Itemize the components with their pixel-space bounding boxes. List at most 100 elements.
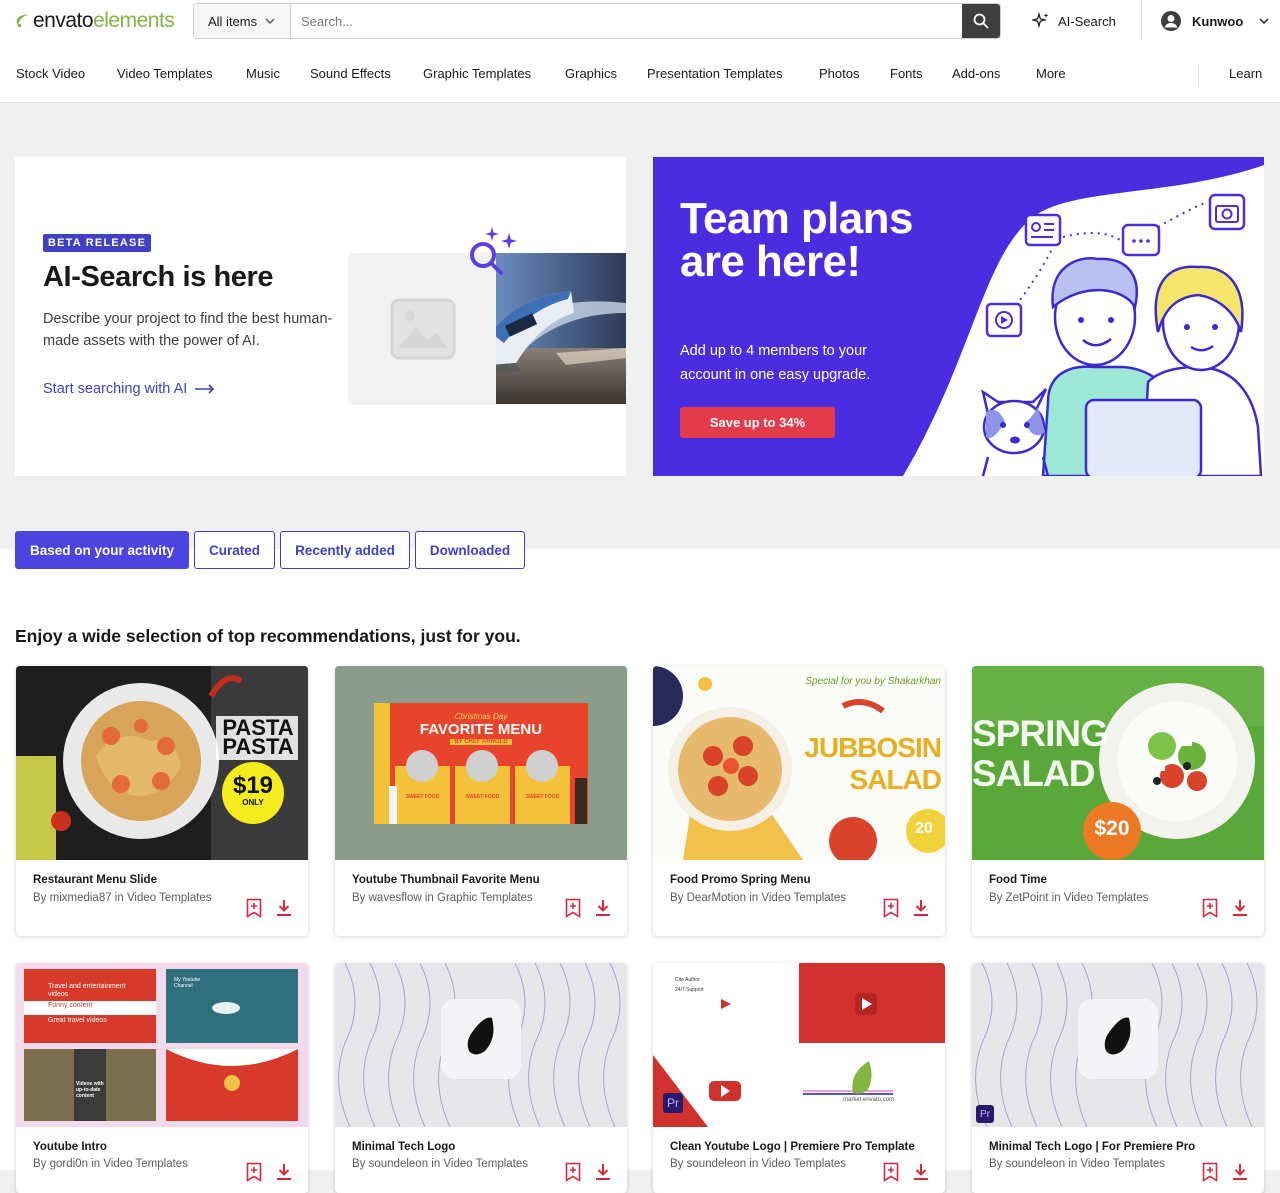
item-thumbnail[interactable]: SPRING SALAD $20 [972,666,1264,860]
thumb-text: SPRING [972,713,1109,754]
bookmark-icon[interactable] [565,898,581,918]
nav-divider [1198,64,1199,86]
premiere-badge: Pr [667,1096,679,1110]
bookmark-icon[interactable] [883,1162,899,1182]
item-title[interactable]: Restaurant Menu Slide [33,874,157,886]
item-author: By gordi0n in Video Templates [33,1158,188,1170]
bookmark-icon[interactable] [246,1162,262,1182]
item-card[interactable]: Pr Minimal Tech Logo | For Premiere Pro … [972,963,1264,1193]
nav-photos[interactable]: Photos [819,66,859,81]
download-icon[interactable] [913,898,929,918]
tab-recently-added[interactable]: Recently added [280,531,410,569]
start-searching-label: Start searching with AI [43,381,188,397]
item-thumbnail[interactable]: Christmas Day FAVORITE MENU BY CHEF ARNO… [335,666,627,860]
item-thumbnail[interactable]: PASTA PASTA $19 ONLY [16,666,308,860]
nav-graphic-templates[interactable]: Graphic Templates [423,66,531,81]
download-icon[interactable] [1232,1162,1248,1182]
item-author: By wavesflow in Graphic Templates [352,892,533,904]
search-button[interactable] [962,4,1000,38]
save-up-button[interactable]: Save up to 34% [680,407,835,438]
item-thumbnail[interactable] [335,963,627,1127]
nav-music[interactable]: Music [246,66,280,81]
item-card[interactable]: Special for you by Shakarkhan JUBBOSIN S… [653,666,945,936]
item-card[interactable]: Christmas Day FAVORITE MENU BY CHEF ARNO… [335,666,627,936]
ai-search-promo: BETA RELEASE AI-Search is here Describe … [15,157,626,476]
bookmark-icon[interactable] [1202,1162,1218,1182]
download-icon[interactable] [913,1162,929,1182]
item-title[interactable]: Clean Youtube Logo | Premiere Pro Templa… [670,1141,915,1153]
item-title[interactable]: Minimal Tech Logo | For Premiere Pro [989,1141,1195,1153]
category-select-value: All items [208,13,258,29]
item-card[interactable]: SPRING SALAD $20 Food Time By ZetPoint i… [972,666,1264,936]
envato-logo[interactable]: envato elements [15,9,175,33]
nav-stock-video[interactable]: Stock Video [16,66,85,81]
search-bar: All items [193,3,1001,39]
tab-curated[interactable]: Curated [194,531,276,569]
download-icon[interactable] [276,1162,292,1182]
item-author: By DearMotion in Video Templates [670,892,847,904]
search-input[interactable] [291,4,962,38]
item-title[interactable]: Food Time [989,874,1047,886]
thumb-text: 24/7 Support [675,987,704,993]
item-title[interactable]: Youtube Intro [33,1141,107,1153]
nav-graphics[interactable]: Graphics [565,66,617,81]
thumb-price: $20 [1094,817,1130,840]
user-menu[interactable]: Kunwoo [1160,10,1269,32]
beta-badge: BETA RELEASE [43,234,152,252]
item-thumbnail[interactable]: Special for you by Shakarkhan JUBBOSIN S… [653,666,945,860]
nav-add-ons[interactable]: Add-ons [952,66,1000,81]
thumb-text: SWEET FOOD [465,794,500,800]
thumb-text: Travel and entertainment videos [48,983,126,998]
thumb-text: Videos with up-to-date content [76,1081,104,1099]
nav-fonts[interactable]: Fonts [890,66,923,81]
item-title[interactable]: Minimal Tech Logo [352,1141,455,1153]
bookmark-icon[interactable] [883,898,899,918]
bookmark-icon[interactable] [246,898,262,918]
thumb-text: Cite Author [675,977,700,983]
item-author: By soundeleon in Video Templates [352,1158,529,1170]
item-author: By mixmedia87 in Video Templates [33,892,212,904]
image-icon [390,298,456,360]
nav-learn[interactable]: Learn [1229,66,1262,81]
team-plans-title: Team plans are here! [680,194,913,286]
search-icon [973,13,989,29]
logo-elements-text: elements [93,9,175,32]
team-plans-description: Add up to 4 members to your account in o… [680,343,871,383]
ai-search-button[interactable]: AI-Search [1032,12,1116,30]
thumb-text: SWEET FOOD [525,794,560,800]
section-title: Enjoy a wide selection of top recommenda… [15,626,521,646]
header-divider [1141,0,1142,40]
item-author: By ZetPoint in Video Templates [989,892,1149,904]
download-icon[interactable] [595,1162,611,1182]
tab-based-on-activity[interactable]: Based on your activity [15,531,190,569]
bookmark-icon[interactable] [1202,898,1218,918]
nav-sound-effects[interactable]: Sound Effects [310,66,391,81]
sparkle-icon [1032,12,1049,29]
thumb-text: Special for you by Shakarkhan [805,676,941,687]
download-icon[interactable] [1232,898,1248,918]
item-thumbnail[interactable]: Cite Author 24/7 Support market.envato.c… [653,963,945,1127]
item-card[interactable]: Travel and entertainment videos Funny co… [16,963,308,1193]
category-select[interactable]: All items [194,4,291,38]
tab-downloaded[interactable]: Downloaded [414,531,526,569]
nav-presentation-templates[interactable]: Presentation Templates [647,66,783,81]
avatar-icon [1161,11,1181,31]
item-card[interactable]: Cite Author 24/7 Support market.envato.c… [653,963,945,1193]
item-author: By soundeleon in Video Templates [670,1158,847,1170]
bookmark-icon[interactable] [565,1162,581,1182]
thumb-text: PASTA [222,734,294,759]
item-card[interactable]: Minimal Tech Logo By soundeleon in Video… [335,963,627,1193]
nav-more[interactable]: More [1036,66,1066,81]
download-icon[interactable] [276,898,292,918]
item-title[interactable]: Food Promo Spring Menu [670,874,811,886]
thumb-text: Funny content [48,1002,93,1009]
download-icon[interactable] [595,898,611,918]
item-thumbnail[interactable]: Pr [972,963,1264,1127]
item-thumbnail[interactable]: Travel and entertainment videos Funny co… [16,963,308,1127]
thumb-text: BY CHEF ARNOLD [450,739,512,745]
start-searching-link[interactable]: Start searching with AI [43,381,215,397]
item-title[interactable]: Youtube Thumbnail Favorite Menu [352,874,540,886]
nav-video-templates[interactable]: Video Templates [117,66,213,81]
thumb-price: $19 [232,772,274,799]
item-card[interactable]: PASTA PASTA $19 ONLY Restaurant Menu Sli… [16,666,308,936]
